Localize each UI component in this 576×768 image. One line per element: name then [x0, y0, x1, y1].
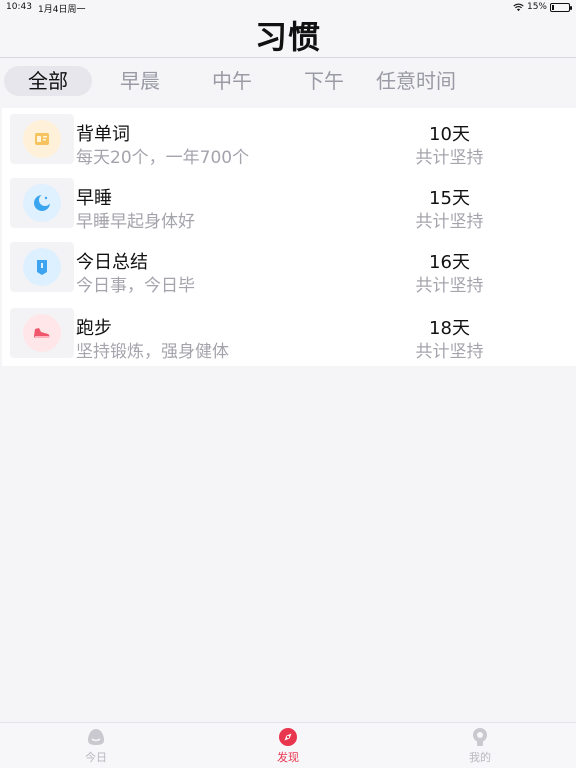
habit-row-early-sleep[interactable]: 早睡 早睡早起身体好 15天 共计坚持: [2, 172, 576, 236]
tab-noon[interactable]: 中午: [192, 66, 272, 96]
tab-all[interactable]: 全部: [4, 66, 92, 96]
habit-icon-box: [10, 114, 74, 164]
tab-afternoon[interactable]: 下午: [284, 66, 364, 96]
habit-icon-box: [10, 308, 74, 358]
today-blob-icon: [86, 727, 106, 747]
bottom-tab-bar: 今日 发现 我的: [0, 722, 576, 768]
habit-list: 背单词 每天20个，一年700个 10天 共计坚持 早睡 早睡早起身体好 15天…: [2, 108, 576, 366]
habit-description: 坚持锻炼，强身健体: [76, 342, 229, 362]
habit-row-daily-summary[interactable]: 今日总结 今日事，今日毕 16天 共计坚持: [2, 236, 576, 300]
discover-compass-icon: [278, 727, 298, 747]
summary-note-icon: [23, 248, 61, 286]
tab-anytime[interactable]: 任意时间: [368, 66, 464, 96]
tab-bar-label: 今日: [85, 751, 107, 764]
profile-icon: [470, 727, 490, 747]
tab-bar-discover[interactable]: 发现: [258, 727, 318, 765]
habit-icon-box: [10, 242, 74, 292]
habit-description: 每天20个，一年700个: [76, 148, 250, 168]
moon-icon: [23, 184, 61, 222]
navigation-bar: 习惯: [0, 16, 576, 58]
habit-status: 共计坚持: [415, 148, 484, 168]
habit-row-vocabulary[interactable]: 背单词 每天20个，一年700个 10天 共计坚持: [2, 108, 576, 172]
battery-icon: [550, 2, 572, 12]
habit-icon-box: [10, 178, 74, 228]
tab-bar-today[interactable]: 今日: [66, 727, 126, 765]
status-time: 10:43: [6, 2, 32, 12]
vocabulary-card-icon: [23, 120, 61, 158]
habit-status: 共计坚持: [415, 212, 484, 232]
battery-percent: 15%: [526, 2, 547, 12]
status-bar: 10:43 1月4日周一 15%: [0, 0, 576, 16]
tab-morning[interactable]: 早晨: [100, 66, 180, 96]
page-title: 习惯: [254, 18, 321, 56]
tab-bar-label: 发现: [277, 751, 299, 764]
running-shoe-icon: [23, 314, 61, 352]
habit-status: 共计坚持: [415, 276, 484, 296]
habit-row-running[interactable]: 跑步 坚持锻炼，强身健体 18天 共计坚持: [2, 302, 576, 366]
tab-bar-label: 我的: [469, 751, 491, 764]
habit-description: 早睡早起身体好: [76, 212, 195, 232]
status-date: 1月4日周一: [38, 5, 86, 15]
tab-bar-mine[interactable]: 我的: [450, 727, 510, 765]
status-right: 15%: [513, 2, 572, 12]
habit-description: 今日事，今日毕: [76, 276, 195, 296]
habit-status: 共计坚持: [415, 342, 484, 362]
time-filter-tabs: 全部 早晨 中午 下午 任意时间: [0, 62, 576, 100]
wifi-icon: [513, 3, 524, 11]
